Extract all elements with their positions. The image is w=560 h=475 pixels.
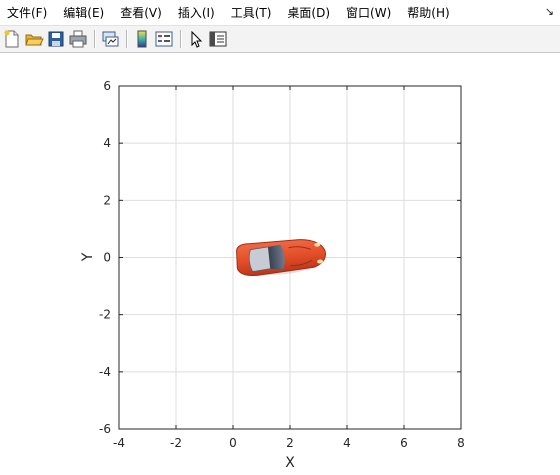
- dock-figure-icon[interactable]: ↘: [545, 5, 554, 18]
- menu-tools[interactable]: 工具(T): [223, 2, 280, 24]
- menu-insert[interactable]: 插入(I): [170, 2, 223, 24]
- x-tick-label: -2: [170, 436, 182, 450]
- save-icon[interactable]: [46, 29, 66, 49]
- y-tick-label: 0: [103, 251, 111, 265]
- pointer-icon[interactable]: [186, 29, 206, 49]
- menu-view[interactable]: 查看(V): [112, 2, 170, 24]
- menu-bar: 文件(F) 编辑(E) 查看(V) 插入(I) 工具(T) 桌面(D) 窗口(W) 帮助(H)…: [0, 0, 560, 26]
- new-figure-icon[interactable]: [2, 29, 22, 49]
- toolbar-separator: [180, 30, 182, 48]
- menu-window[interactable]: 窗口(W): [338, 2, 399, 24]
- figure-canvas: -4 -2 0 2 4 6 8 -6 -4 -2 0 2 4 6 X Y: [0, 53, 560, 475]
- print-icon[interactable]: [68, 29, 88, 49]
- x-axis-label: X: [285, 455, 295, 471]
- menu-edit[interactable]: 编辑(E): [55, 2, 112, 24]
- y-tick-label: -2: [99, 308, 111, 322]
- link-plot-icon[interactable]: [100, 29, 120, 49]
- toolbar-separator: [94, 30, 96, 48]
- figure-window: 文件(F) 编辑(E) 查看(V) 插入(I) 工具(T) 桌面(D) 窗口(W) 帮助(H)…: [0, 0, 560, 475]
- x-tick-label: 6: [400, 436, 408, 450]
- axes-plot[interactable]: -4 -2 0 2 4 6 8-6-4-20246 X Y: [0, 53, 560, 475]
- x-tick-label: -4: [113, 436, 125, 450]
- legend-icon[interactable]: [154, 29, 174, 49]
- property-inspector-icon[interactable]: [208, 29, 228, 49]
- menu-help[interactable]: 帮助(H): [399, 2, 457, 24]
- y-tick-label: -4: [99, 365, 111, 379]
- x-tick-label: 2: [286, 436, 294, 450]
- x-tick-label: 0: [229, 436, 237, 450]
- open-file-icon[interactable]: [24, 29, 44, 49]
- x-tick-label: 4: [343, 436, 351, 450]
- y-tick-label: 4: [103, 136, 111, 150]
- toolbar-separator: [126, 30, 128, 48]
- menu-file[interactable]: 文件(F): [0, 2, 55, 24]
- y-tick-label: 2: [103, 193, 111, 207]
- x-tick-label: 8: [457, 436, 465, 450]
- y-tick-label: 6: [103, 79, 111, 93]
- colorbar-icon[interactable]: [132, 29, 152, 49]
- y-axis-label: Y: [80, 252, 96, 262]
- y-tick-label: -6: [99, 422, 111, 436]
- figure-toolbar: [0, 26, 560, 53]
- menu-desktop[interactable]: 桌面(D): [279, 2, 338, 24]
